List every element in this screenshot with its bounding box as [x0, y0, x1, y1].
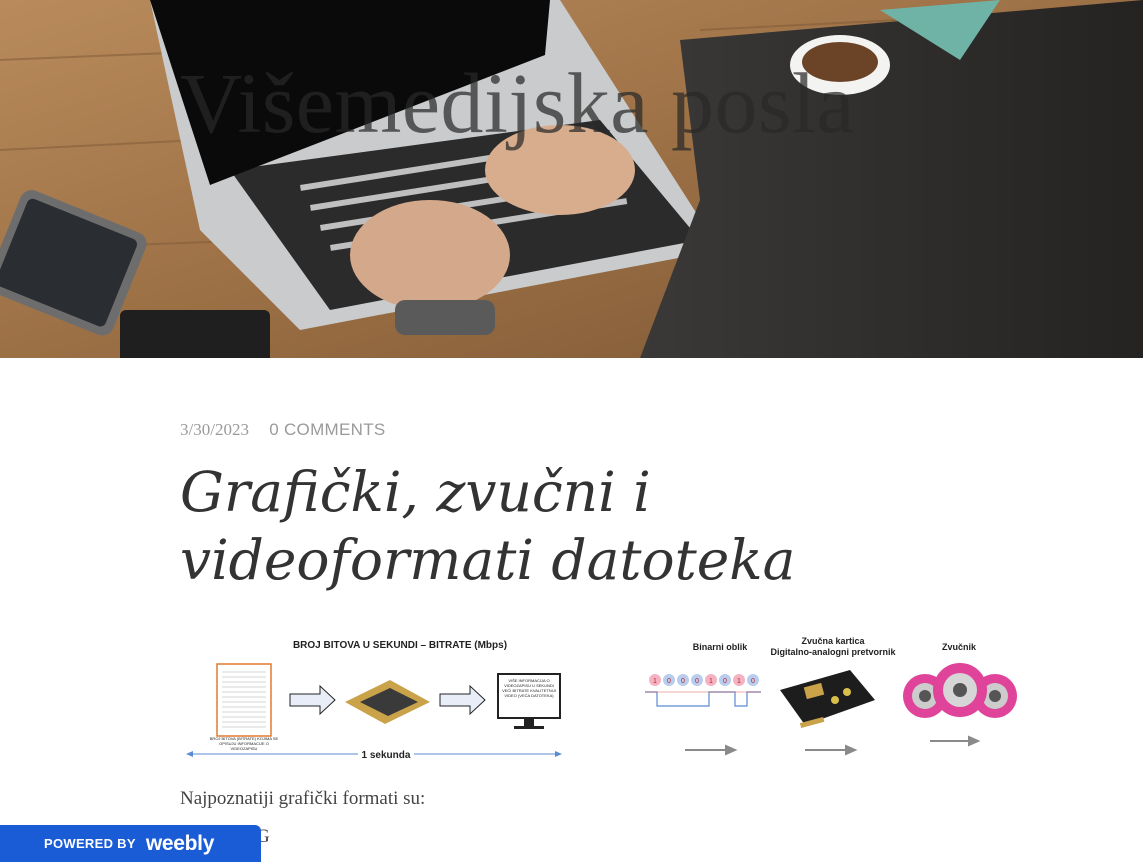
binary-bits: 1 0 0 0 1 0 1 0 [649, 674, 759, 686]
right-arrow-icon [439, 684, 486, 716]
sound-card-icon [780, 670, 875, 725]
bit-label: 1 [653, 678, 657, 685]
monitor-caption: VIŠE INFORMACIJA O VIDEOZAPISU U SEKUNDI… [502, 678, 556, 698]
right-arrow-icon [289, 684, 336, 716]
bit-label: 0 [681, 678, 685, 685]
hero-background-image [0, 0, 1143, 358]
label-card-2: Digitalno-analogni pretvornik [770, 647, 896, 657]
weebly-logo: weebly [145, 831, 215, 855]
post-title[interactable]: Grafički, zvučni i videoformati datoteka [180, 458, 1000, 594]
bit-label: 0 [751, 678, 755, 685]
powered-by-weebly-badge[interactable]: POWERED BY weebly [0, 825, 261, 862]
post-date: 3/30/2023 [180, 420, 249, 439]
paragraph-intro: Najpoznatiji grafički formati su: [180, 788, 426, 809]
bit-label: 1 [737, 678, 741, 685]
timeline-label: 1 sekunda [362, 750, 411, 761]
bitrate-heading: BROJ BITOVA U SEKUNDI – BITRATE (Mbps) [293, 640, 507, 651]
right-arrow-icon [845, 744, 858, 756]
digital-signal-line [645, 691, 761, 707]
label-speaker: Zvučnik [942, 642, 977, 652]
speaker-icon [903, 663, 1017, 718]
hero-banner: Višemedijska posla [0, 0, 1143, 358]
label-card-1: Zvučna kartica [801, 636, 865, 646]
bit-label: 0 [667, 678, 671, 685]
bit-label: 0 [695, 678, 699, 685]
document-caption: BROJ BITOVA (BITRATE) KOJIMA SE OPISUJU … [209, 736, 279, 751]
powered-by-label: POWERED BY [44, 836, 136, 851]
site-title[interactable]: Višemedijska posla [180, 60, 855, 146]
comments-link[interactable]: 0 COMMENTS [269, 420, 385, 439]
bit-label: 1 [709, 678, 713, 685]
post-meta: 3/30/2023 0 COMMENTS [180, 420, 386, 440]
label-binary: Binarni oblik [693, 642, 749, 652]
document-icon [216, 663, 272, 737]
audio-conversion-diagram: Binarni oblik Zvučna kartica Digitalno-a… [635, 630, 1035, 770]
bit-label: 0 [723, 678, 727, 685]
bitrate-diagram: BROJ BITOVA U SEKUNDI – BITRATE (Mbps) B… [180, 630, 600, 770]
right-arrow-icon [725, 744, 738, 756]
right-arrow-icon [968, 735, 981, 747]
